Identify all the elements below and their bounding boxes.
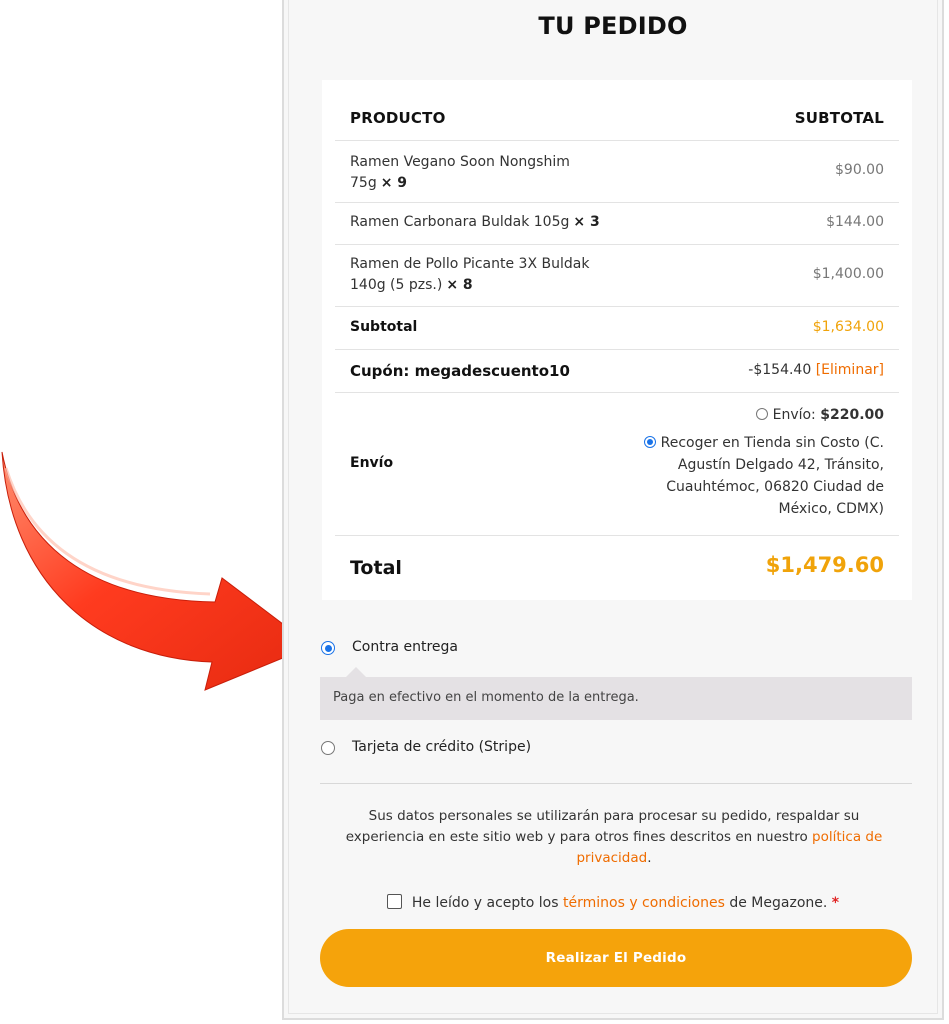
- table-header: PRODUCTO SUBTOTAL: [335, 80, 899, 141]
- coupon-label: Cupón: megadescuento10: [350, 362, 570, 380]
- cod-label[interactable]: Contra entrega: [352, 639, 458, 655]
- subtotal-label: Subtotal: [350, 319, 418, 335]
- shipping-label: Envío: [350, 455, 394, 471]
- card-radio[interactable]: [321, 741, 335, 755]
- product-column-header: PRODUCTO: [350, 109, 446, 127]
- remove-coupon-link[interactable]: [Eliminar]: [816, 362, 884, 378]
- subtotal-row: Subtotal $1,634.00: [335, 306, 899, 350]
- product-quantity: × 8: [446, 277, 473, 293]
- cod-description: Paga en efectivo en el momento de la ent…: [333, 690, 639, 705]
- coupon-discount: -$154.40: [748, 362, 812, 378]
- checkout-panel: TU PEDIDO PRODUCTO SUBTOTAL Ramen Vegano…: [282, 0, 944, 1020]
- privacy-notice: Sus datos personales se utilizarán para …: [345, 808, 883, 866]
- product-price: $1,400.00: [812, 266, 884, 282]
- shipping-pickup-radio[interactable]: [644, 436, 657, 448]
- product-name: Ramen Vegano Soon Nongshim 75g × 9: [350, 154, 570, 191]
- product-name: Ramen de Pollo Picante 3X Buldak 140g (5…: [350, 256, 590, 293]
- divider: [320, 783, 912, 784]
- required-mark: *: [831, 895, 840, 911]
- table-row: Ramen de Pollo Picante 3X Buldak 140g (5…: [335, 244, 899, 307]
- cod-description-box: Paga en efectivo en el momento de la ent…: [320, 667, 912, 720]
- card-label[interactable]: Tarjeta de crédito (Stripe): [352, 739, 531, 755]
- table-row: Ramen Vegano Soon Nongshim 75g × 9 $90.00: [335, 140, 899, 203]
- coupon-row: Cupón: megadescuento10 -$154.40 [Elimina…: [335, 349, 899, 393]
- product-quantity: × 9: [380, 175, 408, 191]
- total-label: Total: [350, 557, 402, 579]
- product-price: $144.00: [826, 214, 884, 230]
- total-row: Total $1,479.60: [335, 535, 899, 600]
- product-price: $90.00: [835, 162, 884, 178]
- terms-agreement: He leído y acepto los términos y condici…: [284, 894, 942, 911]
- table-row: Ramen Carbonara Buldak 105g × 3 $144.00: [335, 202, 899, 245]
- total-value: $1,479.60: [765, 553, 884, 577]
- subtotal-column-header: SUBTOTAL: [794, 109, 884, 127]
- product-quantity: × 3: [573, 214, 600, 230]
- terms-checkbox[interactable]: [386, 894, 402, 909]
- order-review-table: PRODUCTO SUBTOTAL Ramen Vegano Soon Nong…: [322, 80, 912, 600]
- product-name: Ramen Carbonara Buldak 105g × 3: [350, 214, 600, 230]
- shipping-delivery-radio[interactable]: [756, 408, 769, 420]
- terms-link[interactable]: términos y condiciones: [563, 895, 725, 911]
- shipping-options: Envío: $220.00 Recoger en Tienda sin Cos…: [644, 404, 884, 520]
- cod-radio[interactable]: [321, 641, 335, 655]
- place-order-button[interactable]: Realizar El Pedido: [320, 929, 912, 987]
- annotation-arrow-icon: [1, 451, 314, 691]
- shipping-row: Envío Envío: $220.00 Recoger en Tienda s…: [335, 392, 899, 536]
- subtotal-value: $1,634.00: [812, 319, 884, 335]
- shipping-option-delivery[interactable]: Envío: $220.00: [644, 404, 884, 426]
- shipping-option-pickup[interactable]: Recoger en Tienda sin Costo (C. Agustín …: [644, 432, 884, 520]
- coupon-value-group: -$154.40 [Eliminar]: [748, 362, 884, 378]
- order-title: TU PEDIDO: [538, 12, 688, 40]
